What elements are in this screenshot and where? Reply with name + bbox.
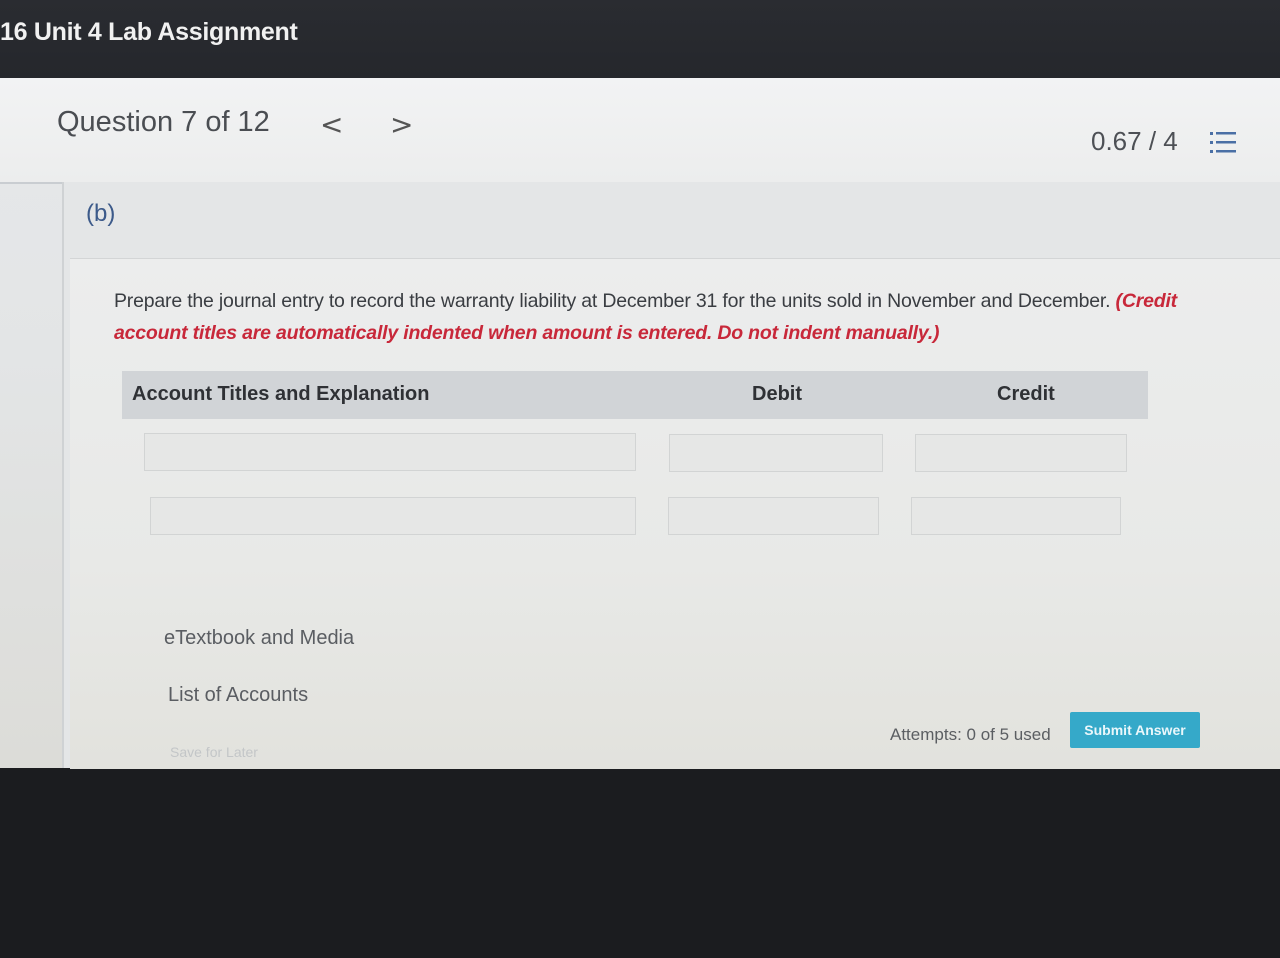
score-display: 0.67 / 4	[1091, 126, 1178, 156]
header-account-titles: Account Titles and Explanation	[132, 383, 430, 405]
question-content: Prepare the journal entry to record the …	[70, 258, 1280, 769]
journal-table-header: Account Titles and Explanation Debit Cre…	[122, 371, 1148, 419]
etextbook-media-link[interactable]: eTextbook and Media	[164, 627, 354, 650]
attempts-counter: Attempts: 0 of 5 used	[890, 725, 1051, 744]
submit-answer-button[interactable]: Submit Answer	[1070, 712, 1200, 748]
previous-question-button[interactable]: <	[320, 108, 343, 141]
credit-input-1[interactable]	[915, 434, 1127, 472]
question-counter: Question 7 of 12	[57, 106, 270, 138]
question-part: (b) Prepare the journal entry to record …	[62, 182, 1280, 769]
assignment-title: 16 Unit 4 Lab Assignment	[0, 18, 298, 46]
question-prompt: Prepare the journal entry to record the …	[114, 285, 1244, 349]
part-label: (b)	[86, 200, 116, 227]
top-bar: 16 Unit 4 Lab Assignment	[0, 0, 1280, 78]
account-title-input-1[interactable]	[144, 433, 636, 471]
list-icon[interactable]	[1210, 130, 1238, 156]
account-title-input-2[interactable]	[150, 497, 636, 535]
header-debit: Debit	[752, 383, 802, 405]
credit-input-2[interactable]	[911, 497, 1121, 535]
debit-input-1[interactable]	[669, 434, 883, 472]
next-question-button[interactable]: >	[390, 108, 413, 141]
assignment-page: Question 7 of 12 < > 0.67 / 4 (b) Prepar…	[0, 78, 1280, 769]
question-header: Question 7 of 12 < > 0.67 / 4	[0, 78, 1280, 184]
list-of-accounts-link[interactable]: List of Accounts	[168, 684, 308, 707]
prompt-text: Prepare the journal entry to record the …	[114, 290, 1111, 312]
save-for-later-button[interactable]: Save for Later	[170, 744, 258, 760]
debit-input-2[interactable]	[668, 497, 879, 535]
header-credit: Credit	[997, 383, 1055, 405]
